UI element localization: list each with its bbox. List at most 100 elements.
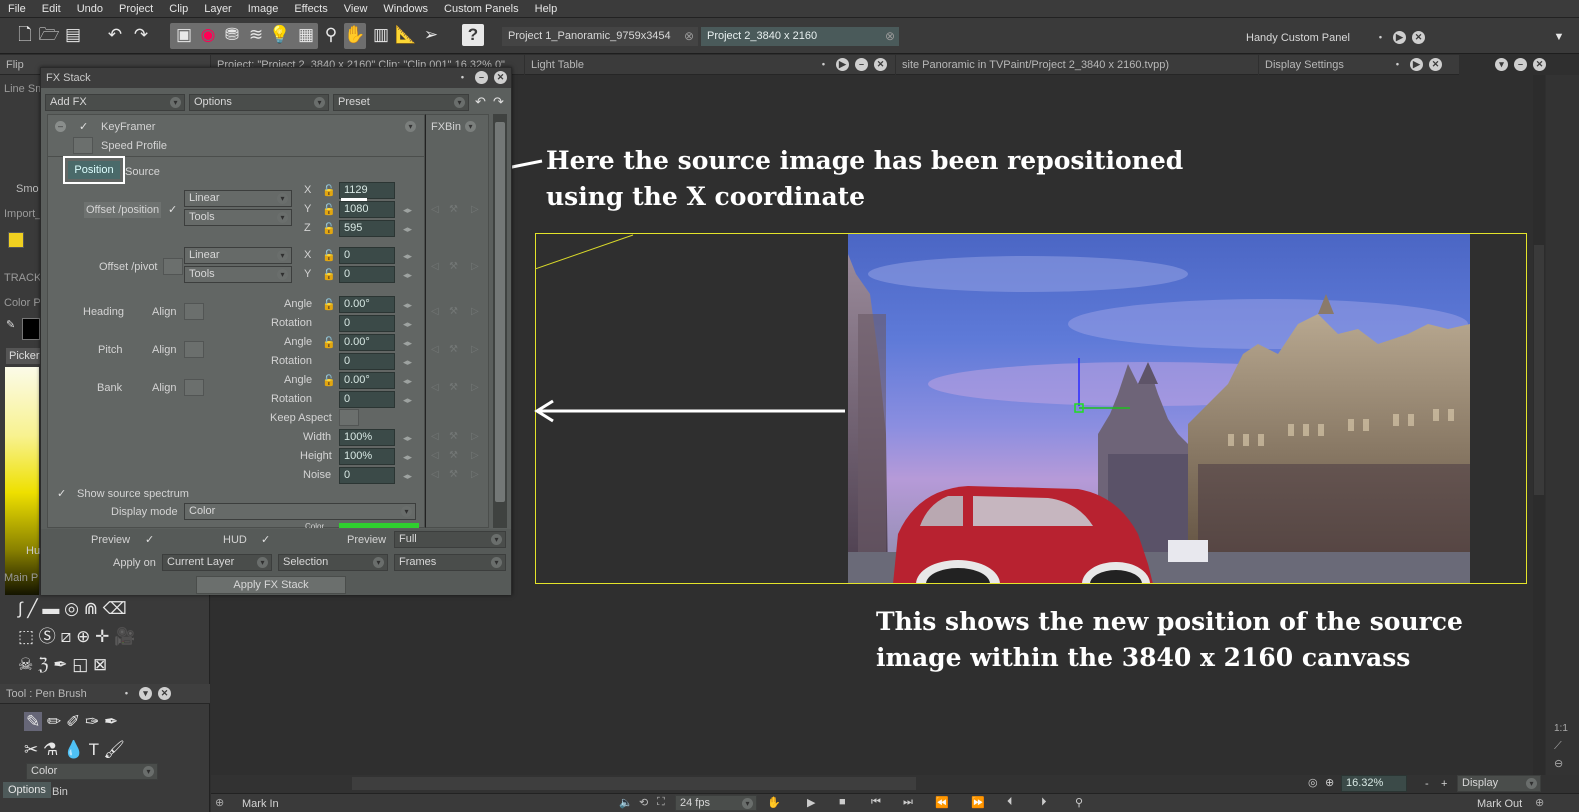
warp-icon[interactable]: ℨ: [38, 655, 48, 674]
undo-icon[interactable]: ↶: [475, 94, 486, 110]
lr-arrows-icon[interactable]: ◂▸: [403, 248, 412, 264]
speaker-icon[interactable]: 🔈: [619, 796, 633, 809]
zoom-tool-icon[interactable]: ⊕: [76, 627, 90, 646]
next-key-icon[interactable]: ▷: [471, 429, 479, 445]
lock-icon[interactable]: 🔓: [322, 337, 336, 349]
next-key-icon[interactable]: ▷: [471, 448, 479, 464]
water-icon[interactable]: 💧: [63, 740, 84, 759]
menu-help[interactable]: Help: [527, 0, 566, 18]
first-frame-icon[interactable]: ⏮: [871, 796, 881, 809]
folder-icon[interactable]: [8, 232, 24, 248]
fx-scrollbar[interactable]: [493, 114, 507, 528]
lr-arrows-icon[interactable]: ◂▸: [403, 468, 412, 484]
add-fx-dropdown[interactable]: Add FX ▾: [45, 94, 185, 111]
lr-arrows-icon[interactable]: ◂▸: [403, 430, 412, 446]
menu-file[interactable]: File: [0, 0, 34, 18]
line-icon[interactable]: ╱: [27, 599, 37, 618]
lock-icon[interactable]: 🔓: [322, 269, 336, 281]
next-key-icon[interactable]: ▷: [471, 380, 479, 396]
last-frame-icon[interactable]: ⏭: [903, 796, 913, 809]
select-icon[interactable]: ⬚: [18, 627, 34, 646]
prev-key-icon[interactable]: ◁: [431, 259, 439, 275]
lock-icon[interactable]: 🔓: [322, 185, 336, 197]
mesh-icon[interactable]: ⊠: [93, 655, 107, 674]
close-icon[interactable]: ⊗: [885, 27, 895, 46]
redo-icon[interactable]: ↷: [493, 94, 504, 110]
scissors-icon[interactable]: ✂: [24, 740, 38, 759]
prev-key-icon[interactable]: ◁: [431, 380, 439, 396]
chevron-down-icon[interactable]: ▾: [139, 687, 152, 700]
minimize-icon[interactable]: –: [1514, 58, 1527, 71]
key-tool-icon[interactable]: ⚒: [449, 304, 458, 320]
lock-icon[interactable]: 🔓: [322, 250, 336, 262]
chevron-down-icon[interactable]: ▾: [405, 121, 416, 132]
mark-out-label[interactable]: Mark Out: [1477, 796, 1522, 812]
vertical-scrollbar[interactable]: [1533, 75, 1545, 775]
menu-image[interactable]: Image: [240, 0, 287, 18]
shape-icon[interactable]: ◱: [72, 655, 88, 674]
menu-dot-icon[interactable]: •: [817, 58, 830, 71]
width-input[interactable]: 100%: [339, 429, 395, 446]
pivot-x-input[interactable]: 0: [339, 247, 395, 264]
lr-arrows-icon[interactable]: ◂▸: [403, 297, 412, 313]
menu-layer[interactable]: Layer: [196, 0, 240, 18]
pivot-y-input[interactable]: 0: [339, 266, 395, 283]
pitch-rotation-input[interactable]: 0: [339, 353, 395, 370]
camera-icon[interactable]: 🎥: [114, 627, 135, 646]
close-icon[interactable]: ✕: [1412, 31, 1425, 44]
next-key-icon[interactable]: ▷: [471, 202, 479, 218]
play-icon[interactable]: ▶: [807, 796, 815, 809]
loop-icon[interactable]: ⟲: [639, 796, 648, 809]
key-tool-icon[interactable]: ⚒: [449, 380, 458, 396]
next-key-icon[interactable]: ▷: [471, 342, 479, 358]
rectangle-icon[interactable]: ▬: [42, 599, 59, 618]
preset-dropdown[interactable]: Preset ▾: [333, 94, 469, 111]
close-icon[interactable]: ✕: [874, 58, 887, 71]
zoom-in-button[interactable]: +: [1441, 776, 1447, 792]
circle-icon[interactable]: ◎: [64, 599, 79, 618]
lr-arrows-icon[interactable]: ◂▸: [403, 373, 412, 389]
diagonal-icon[interactable]: ⟋: [1554, 740, 1562, 753]
show-spectrum-check[interactable]: ✓: [57, 486, 66, 502]
close-icon[interactable]: ⊗: [684, 27, 694, 46]
lr-arrows-icon[interactable]: ◂▸: [403, 335, 412, 351]
menu-project[interactable]: Project: [111, 0, 161, 18]
speed-profile-swatch[interactable]: [73, 137, 93, 154]
key-tool-icon[interactable]: ⚒: [449, 259, 458, 275]
offset-y-input[interactable]: 1080: [339, 201, 395, 218]
menu-dot-icon[interactable]: •: [120, 687, 133, 700]
menu-windows[interactable]: Windows: [375, 0, 436, 18]
tool-color-dropdown[interactable]: Color ▾: [26, 763, 158, 780]
lock-icon[interactable]: 🔓: [322, 299, 336, 311]
frames-dropdown[interactable]: Frames ▾: [394, 554, 506, 571]
lr-arrows-icon[interactable]: ◂▸: [403, 221, 412, 237]
lr-arrows-icon[interactable]: ◂▸: [403, 267, 412, 283]
lock-icon[interactable]: 🔓: [322, 223, 336, 235]
menu-dot-icon[interactable]: •: [1391, 58, 1404, 71]
pencil-icon[interactable]: ✏: [47, 712, 61, 731]
plus-circle-icon[interactable]: ⊕: [1535, 796, 1544, 809]
undo-icon[interactable]: ↶: [104, 24, 126, 46]
height-input[interactable]: 100%: [339, 448, 395, 465]
heading-rotation-input[interactable]: 0: [339, 315, 395, 332]
color-picker-gradient[interactable]: [5, 367, 39, 595]
location-pin-icon[interactable]: ⚲: [1075, 796, 1083, 809]
curve-icon[interactable]: ∫: [18, 599, 23, 618]
chevron-down-icon[interactable]: ▾: [1495, 58, 1508, 71]
close-icon[interactable]: ✕: [494, 71, 507, 84]
lr-arrows-icon[interactable]: ◂▸: [403, 392, 412, 408]
menu-edit[interactable]: Edit: [34, 0, 69, 18]
zoom-input[interactable]: 16.32%: [1341, 775, 1407, 792]
key-tool-icon[interactable]: ⚒: [449, 448, 458, 464]
eyedropper-icon[interactable]: ✎: [6, 318, 20, 332]
zoom-out-button[interactable]: -: [1425, 776, 1429, 792]
play-icon[interactable]: ▶: [836, 58, 849, 71]
offset-pivot-interp-dropdown[interactable]: Linear ▾: [184, 247, 292, 264]
prev-key-icon[interactable]: ◁: [431, 429, 439, 445]
transform-icon[interactable]: ✛: [95, 627, 109, 646]
lightbulb-icon[interactable]: 💡: [269, 24, 291, 46]
fill-icon[interactable]: 🖌: [103, 740, 125, 759]
prev-key-icon[interactable]: ⏪: [935, 796, 949, 809]
fx-stack-titlebar[interactable]: FX Stack: [41, 68, 511, 88]
lr-arrows-icon[interactable]: ◂▸: [403, 316, 412, 332]
